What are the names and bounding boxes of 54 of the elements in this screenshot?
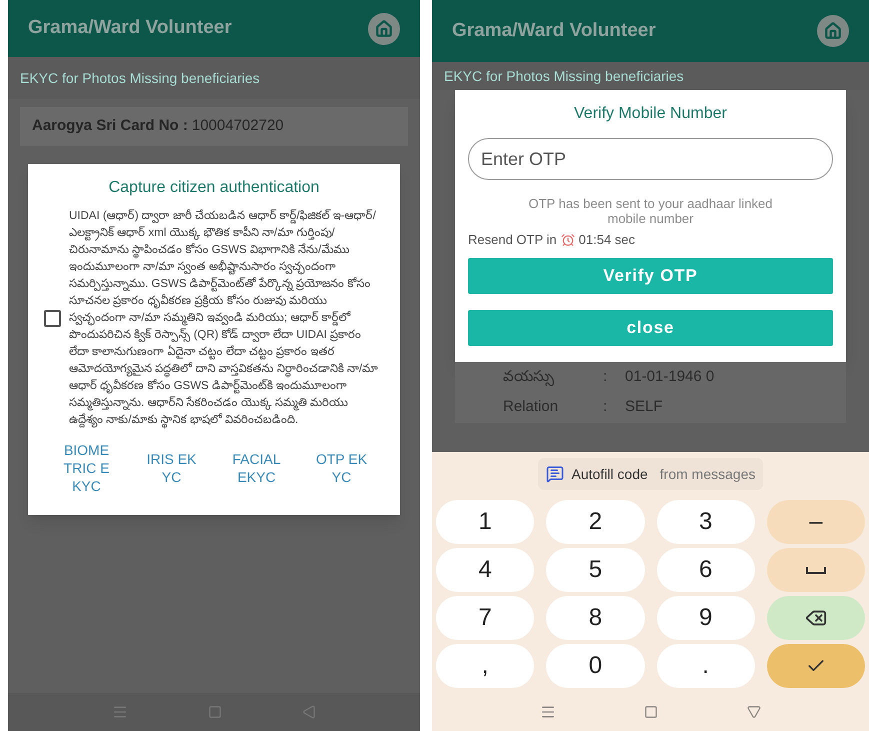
- card-number-label: Aarogya Sri Card No :: [32, 116, 188, 136]
- detail-label: Relation: [503, 397, 560, 417]
- detail-value: SELF: [625, 397, 663, 417]
- home-icon: [824, 22, 842, 40]
- detail-value: 01-01-1946 0: [625, 366, 714, 386]
- ekyc-option-button[interactable]: BIOMETRIC EKYC: [60, 440, 112, 494]
- home-button[interactable]: [817, 15, 849, 47]
- message-icon: [546, 465, 564, 483]
- detail-separator: :: [603, 397, 608, 417]
- consent-checkbox[interactable]: [44, 310, 61, 326]
- home-button[interactable]: [368, 12, 400, 44]
- page-title: EKYC for Photos Missing beneficiaries: [20, 68, 260, 88]
- alarm-clock-icon: [560, 232, 575, 247]
- keyboard-key[interactable]: –: [766, 500, 865, 544]
- keyboard-key[interactable]: 7: [436, 596, 534, 640]
- keyboard-key[interactable]: .: [656, 644, 755, 688]
- ekyc-option-button[interactable]: OTP EKYC: [316, 440, 368, 494]
- autofill-suggestion-chip[interactable]: Autofill code from messages: [538, 458, 764, 490]
- dialog-title: Verify Mobile Number: [573, 104, 728, 124]
- keyboard-key[interactable]: 9: [656, 596, 755, 640]
- keyboard-key[interactable]: ,: [436, 644, 534, 688]
- home-icon: [375, 20, 393, 38]
- keyboard-key[interactable]: 6: [656, 548, 755, 592]
- menu-icon[interactable]: [112, 704, 128, 720]
- keyboard-key[interactable]: 3: [656, 500, 755, 544]
- app-title: Grama/Ward Volunteer: [28, 16, 232, 40]
- page-title: EKYC for Photos Missing beneficiaries: [444, 66, 684, 86]
- keyboard-key[interactable]: 1: [436, 500, 534, 544]
- dialog-title: Capture citizen authentication: [108, 178, 320, 198]
- app-title: Grama/Ward Volunteer: [452, 18, 656, 43]
- autofill-title: Autofill code: [572, 464, 648, 484]
- card-number-value: 10004702720: [192, 116, 284, 136]
- otp-sent-message: OTP has been sent to your aadhaar linked mobile number: [527, 196, 774, 226]
- autofill-source: from messages: [660, 464, 756, 484]
- home-square-icon[interactable]: [208, 705, 222, 719]
- otp-input-field[interactable]: Enter OTP: [468, 138, 833, 180]
- menu-icon[interactable]: [540, 704, 556, 720]
- detail-label: వయస్సు: [503, 366, 555, 388]
- keyboard-key[interactable]: 4: [436, 548, 534, 592]
- ekyc-option-button[interactable]: IRIS EKYC: [146, 440, 198, 494]
- resend-timer: 01:54 sec: [578, 231, 636, 249]
- keyboard-key[interactable]: 0: [546, 644, 644, 688]
- keyboard-key[interactable]: [766, 596, 865, 640]
- back-triangle-icon[interactable]: [746, 705, 761, 719]
- resend-label: Resend OTP in: [468, 231, 557, 249]
- ekyc-option-button[interactable]: FACIAL EKYC: [230, 440, 282, 494]
- space-bar-icon: [806, 566, 826, 574]
- consent-text: UIDAI (ఆధార్) ద్వారా జారీ చేయబడిన ఆధార్ కార్డ్/ఫిజికల్ ఇ-ఆధార్/ఎలక్ట్రానిక్ ఆధార్ xml యొక్క భౌతిక కాపీని నా/మా గుర్తింపు/చిరునామాను స్థాపించడం కోసం GSWS విభాగానికి నేను/మేము ఇందుమూలంగా నా/మా స్వంత అభీష్టానుసారం స్వచ్ఛందంగా సమర్పిస్తున్నాము. GSWS డిపార్ట్‌మెంట్‌తో పేర్కొన్న ప్రయోజనం కోసం సూచనల ప్రకారం ధృవీకరణ ప్రక్రియ కోసం రుజువు మరియు స్వచ్ఛందంగా నా/మా సమ్మతిని ఇవ్వండి మరియు; ఆధార్ కార్డ్‌లో పొందుపరిచిన క్విక్ రెస్పాన్స్ (QR) కోడ్ ద్వారా లేదా UIDAI ప్రకారం లేదా కాలానుగుణంగా ఏదైనా చట్టం లేదా చట్టం ప్రకారం ఇతర ఆమోదయోగ్యమైన పద్ధతిలో దాని వాస్తవికతను నిర్ధారించడానికి నా/మా ఆధార్ ధృవీకరణ కోసం GSWS డిపార్ట్‌మెంట్‌కి ఇందుమూలంగా సమ్మతిస్తున్నాను. ఆధార్‌ని సేకరించడం యొక్క సమ్మతి మరియు ఉద్దేశ్యం నాకు/మాకు స్థానిక భాషలో వివరించబడింది.: [69, 208, 384, 428]
- detail-separator: :: [603, 366, 608, 386]
- home-square-icon[interactable]: [644, 705, 658, 719]
- keyboard-key[interactable]: 8: [546, 596, 644, 640]
- back-triangle-icon[interactable]: [302, 705, 316, 719]
- keyboard-key[interactable]: 5: [546, 548, 644, 592]
- keyboard-key[interactable]: 2: [546, 500, 644, 544]
